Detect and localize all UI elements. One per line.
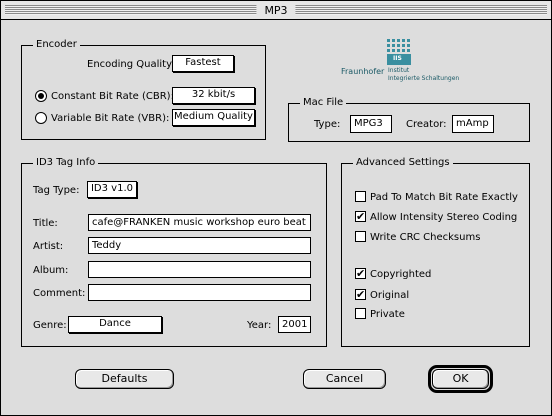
title-label: Title:	[33, 218, 58, 229]
advanced-option-checkbox[interactable]	[355, 308, 366, 319]
encoder-group-label: Encoder	[33, 39, 80, 50]
iis-badge-text: IIS	[393, 55, 402, 62]
ok-button[interactable]: OK	[432, 369, 489, 389]
advanced-option-label: Pad To Match Bit Rate Exactly	[370, 192, 518, 203]
encoding-quality-popup[interactable]: Fastest	[172, 55, 234, 72]
advanced-option-label: Write CRC Checksums	[370, 232, 481, 243]
advanced-settings-label: Advanced Settings	[353, 157, 453, 168]
advanced-option-label: Original	[370, 290, 410, 301]
cbr-label: Constant Bit Rate (CBR):	[51, 91, 174, 102]
mac-file-group-label: Mac File	[300, 97, 347, 108]
advanced-option-checkbox[interactable]: ✔	[355, 211, 366, 222]
vbr-radio[interactable]	[35, 112, 47, 124]
advanced-option-checkbox[interactable]	[355, 231, 366, 242]
id3-tag-group-label: ID3 Tag Info	[33, 157, 99, 168]
title-bar[interactable]: MP3	[1, 1, 551, 20]
cbr-radio[interactable]	[35, 90, 47, 102]
album-label: Album:	[33, 265, 69, 276]
institute-line-2: Integrierte Schaltungen	[388, 75, 460, 82]
advanced-option-label: Private	[370, 309, 405, 320]
artist-label: Artist:	[33, 241, 64, 252]
tag-type-label: Tag Type:	[33, 185, 80, 196]
encoding-quality-label: Encoding Quality :	[87, 59, 179, 70]
advanced-option-checkbox[interactable]: ✔	[355, 289, 366, 300]
mp3-settings-window: MP3 Encoder Encoding Quality : Fastest C…	[0, 0, 552, 416]
tag-type-popup[interactable]: ID3 v1.0	[87, 181, 137, 198]
year-label: Year:	[247, 320, 272, 331]
fraunhofer-logo: IIS Fraunhofer Institut Integrierte Scha…	[341, 39, 481, 85]
file-creator-field[interactable]: mAmp	[452, 115, 494, 133]
advanced-option-checkbox[interactable]: ✔	[355, 268, 366, 279]
advanced-option-checkbox[interactable]	[355, 191, 366, 202]
comment-field[interactable]	[88, 284, 311, 301]
title-field[interactable]: cafe@FRANKEN music workshop euro beat	[88, 214, 311, 231]
institute-line-1: Institut	[388, 67, 410, 74]
defaults-button[interactable]: Defaults	[75, 369, 174, 389]
artist-field[interactable]: Teddy	[88, 237, 311, 254]
advanced-option-label: Copyrighted	[370, 269, 432, 280]
genre-popup[interactable]: Dance	[68, 316, 162, 333]
vbr-quality-popup[interactable]: Medium Quality	[172, 109, 255, 126]
vbr-label: Variable Bit Rate (VBR):	[51, 113, 170, 124]
year-field[interactable]: 2001	[278, 316, 311, 333]
cbr-bitrate-popup[interactable]: 32 kbit/s	[172, 87, 255, 104]
comment-label: Comment:	[33, 288, 86, 299]
file-type-field[interactable]: MPG3	[350, 115, 392, 133]
genre-label: Genre:	[33, 320, 67, 331]
file-type-label: Type:	[314, 119, 341, 130]
file-creator-label: Creator:	[406, 119, 447, 130]
fraunhofer-brand: Fraunhofer	[341, 67, 385, 76]
window-title: MP3	[256, 2, 296, 19]
advanced-option-label: Allow Intensity Stereo Coding	[370, 212, 518, 223]
cancel-button[interactable]: Cancel	[303, 369, 386, 389]
album-field[interactable]	[88, 261, 311, 278]
